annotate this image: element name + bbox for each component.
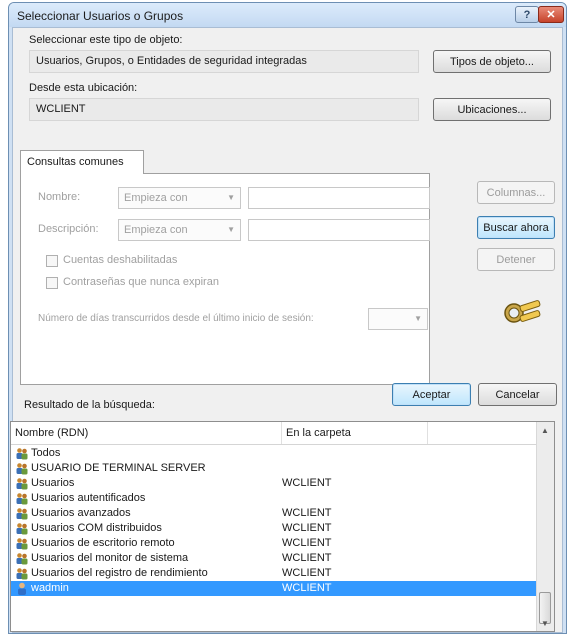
search-now-button[interactable]: Buscar ahora <box>477 216 555 239</box>
chevron-down-icon: ▼ <box>414 314 422 323</box>
group-icon <box>15 507 29 520</box>
tab-common-queries[interactable]: Consultas comunes <box>20 150 144 174</box>
columns-button[interactable]: Columnas... <box>477 181 555 204</box>
object-types-button[interactable]: Tipos de objeto... <box>433 50 551 73</box>
disabled-accounts-checkbox[interactable] <box>46 255 58 267</box>
object-type-field: Usuarios, Grupos, o Entidades de segurid… <box>29 50 419 73</box>
row-folder: WCLIENT <box>282 507 332 519</box>
non-expiring-passwords-checkbox[interactable] <box>46 277 58 289</box>
description-match-combo[interactable]: Empieza con ▼ <box>118 219 241 241</box>
description-label: Descripción: <box>38 223 99 235</box>
row-folder: WCLIENT <box>282 582 332 594</box>
row-name: Usuarios de escritorio remoto <box>31 537 175 549</box>
help-icon: ? <box>523 8 531 21</box>
disabled-accounts-label: Cuentas deshabilitadas <box>63 254 178 266</box>
group-icon <box>15 492 29 505</box>
name-input[interactable] <box>248 187 430 209</box>
row-name: Usuarios autentificados <box>31 492 146 504</box>
table-row[interactable]: Usuarios del monitor de sistema WCLIENT <box>11 551 537 566</box>
description-match-value: Empieza con <box>124 224 188 236</box>
stop-button[interactable]: Detener <box>477 248 555 271</box>
group-icon <box>15 477 29 490</box>
row-name: Usuarios del monitor de sistema <box>31 552 189 564</box>
description-input[interactable] <box>248 219 430 241</box>
row-folder: WCLIENT <box>282 537 332 549</box>
name-match-value: Empieza con <box>124 192 188 204</box>
title-bar[interactable]: Seleccionar Usuarios o Grupos ? ✕ <box>9 3 566 27</box>
row-name: Todos <box>31 447 61 459</box>
table-row[interactable]: Usuarios del registro de rendimiento WCLI… <box>11 566 537 581</box>
row-folder: WCLIENT <box>282 567 332 579</box>
ok-button[interactable]: Aceptar <box>392 383 471 406</box>
table-row[interactable]: Todos <box>11 446 537 461</box>
group-icon <box>15 447 29 460</box>
table-row[interactable]: Usuarios avanzados WCLIENT <box>11 506 537 521</box>
cancel-button[interactable]: Cancelar <box>478 383 557 406</box>
search-results-list[interactable]: Nombre (RDN) En la carpeta Todos USUARIO … <box>10 421 555 632</box>
table-row[interactable]: Usuarios WCLIENT <box>11 476 537 491</box>
table-row[interactable]: USUARIO DE TERMINAL SERVER <box>11 461 537 476</box>
scroll-up-icon[interactable]: ▲ <box>537 422 553 438</box>
user-icon <box>15 582 29 595</box>
column-header-name[interactable]: Nombre (RDN) <box>11 422 282 444</box>
table-row[interactable]: Usuarios de escritorio remoto WCLIENT <box>11 536 537 551</box>
help-button[interactable]: ? <box>515 6 539 23</box>
chevron-down-icon: ▼ <box>227 193 235 202</box>
object-type-label: Seleccionar este tipo de objeto: <box>29 34 183 46</box>
location-label: Desde esta ubicación: <box>29 82 138 94</box>
location-field: WCLIENT <box>29 98 419 121</box>
days-since-logon-label: Número de días transcurridos desde el úl… <box>38 313 314 324</box>
group-icon <box>15 567 29 580</box>
row-name: Usuarios del registro de rendimiento <box>31 567 208 579</box>
name-match-combo[interactable]: Empieza con ▼ <box>118 187 241 209</box>
window-title: Seleccionar Usuarios o Grupos <box>17 9 184 23</box>
table-row[interactable]: Usuarios autentificados <box>11 491 537 506</box>
close-button[interactable]: ✕ <box>538 6 564 23</box>
non-expiring-passwords-label: Contraseñas que nunca expiran <box>63 276 219 288</box>
row-name: Usuarios avanzados <box>31 507 131 519</box>
group-icon <box>15 462 29 475</box>
name-label: Nombre: <box>38 191 81 203</box>
group-icon <box>15 522 29 535</box>
common-queries-panel: Nombre: Empieza con ▼ Descripción: Empie… <box>20 173 430 385</box>
row-folder: WCLIENT <box>282 552 332 564</box>
close-icon: ✕ <box>546 9 556 21</box>
row-name: Usuarios COM distribuidos <box>31 522 162 534</box>
row-folder: WCLIENT <box>282 522 332 534</box>
row-name: wadmin <box>31 582 69 594</box>
scroll-down-icon[interactable]: ▼ <box>537 615 553 631</box>
results-scrollbar[interactable]: ▲ ▼ <box>536 422 554 631</box>
row-name: Usuarios <box>31 477 75 489</box>
results-label: Resultado de la búsqueda: <box>24 399 155 411</box>
group-icon <box>15 537 29 550</box>
group-icon <box>15 552 29 565</box>
search-binoculars-icon <box>504 300 541 323</box>
row-folder: WCLIENT <box>282 477 332 489</box>
locations-button[interactable]: Ubicaciones... <box>433 98 551 121</box>
column-header-folder[interactable]: En la carpeta <box>282 422 428 444</box>
row-name: USUARIO DE TERMINAL SERVER <box>31 462 206 474</box>
chevron-down-icon: ▼ <box>227 225 235 234</box>
table-row[interactable]: wadmin WCLIENT <box>11 581 537 596</box>
table-row[interactable]: Usuarios COM distribuidos WCLIENT <box>11 521 537 536</box>
results-header: Nombre (RDN) En la carpeta <box>11 422 537 445</box>
days-since-logon-combo[interactable]: ▼ <box>368 308 428 330</box>
